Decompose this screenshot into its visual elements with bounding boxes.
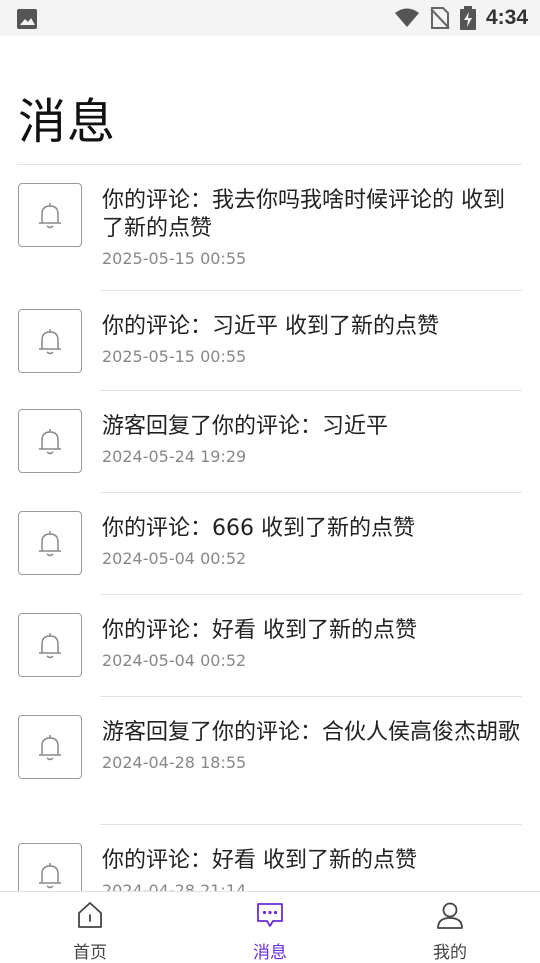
bell-icon-box: [18, 715, 82, 779]
message-icon: [257, 903, 283, 927]
message-item[interactable]: 你的评论：好看 收到了新的点赞 2024-05-04 00:52: [0, 595, 540, 697]
home-icon: [78, 902, 102, 928]
no-sim-icon: [430, 7, 450, 29]
message-item[interactable]: 游客回复了你的评论：合伙人侯高俊杰胡歌 2024-04-28 18:55: [0, 697, 540, 825]
wifi-icon: [394, 8, 419, 27]
message-item[interactable]: 你的评论：习近平 收到了新的点赞 2025-05-15 00:55: [0, 291, 540, 391]
battery-charging-icon: [459, 6, 476, 30]
message-text: 你的评论：666 收到了新的点赞: [102, 516, 415, 541]
bell-icon-box: [18, 183, 82, 247]
message-text: 你的评论：好看 收到了新的点赞: [102, 848, 417, 873]
message-text: 游客回复了你的评论：合伙人侯高俊杰胡歌: [102, 720, 521, 745]
bell-icon-box: [18, 309, 82, 373]
message-text: 游客回复了你的评论：习近平: [102, 414, 389, 439]
bell-icon: [39, 633, 61, 659]
message-time: 2024-05-24 19:29: [102, 447, 247, 466]
bell-icon-box: [18, 409, 82, 473]
message-list[interactable]: 你的评论：我去你吗我啥时候评论的 收到了新的点赞 2025-05-15 00:5…: [0, 165, 540, 891]
message-item[interactable]: 你的评论：666 收到了新的点赞 2024-05-04 00:52: [0, 493, 540, 595]
message-time: 2024-05-04 00:52: [102, 651, 247, 670]
tab-profile-label: 我的: [433, 943, 467, 963]
status-time: 4:34: [485, 6, 528, 29]
message-item[interactable]: 你的评论：我去你吗我啥时候评论的 收到了新的点赞 2025-05-15 00:5…: [0, 165, 540, 291]
status-bar: 4:34: [0, 0, 540, 36]
bell-icon: [39, 203, 61, 229]
message-item[interactable]: 你的评论：好看 收到了新的点赞 2024-04-28 21:14: [0, 825, 540, 891]
bell-icon-box: [18, 511, 82, 575]
message-time: 2024-05-04 00:52: [102, 549, 247, 568]
tab-home-label: 首页: [73, 943, 107, 963]
bottom-tab-bar: 首页 消息 我的: [0, 891, 540, 963]
message-item[interactable]: 游客回复了你的评论：习近平 2024-05-24 19:29: [0, 391, 540, 493]
tab-profile[interactable]: 我的: [360, 892, 540, 963]
image-notification-icon: [17, 9, 37, 29]
bell-icon: [39, 429, 61, 455]
bell-icon-box: [18, 843, 82, 891]
profile-icon: [437, 902, 463, 929]
bell-icon: [39, 531, 61, 557]
bell-icon: [39, 863, 61, 889]
message-text: 你的评论：我去你吗我啥时候评论的 收到了新的点赞: [102, 188, 505, 241]
tab-messages-label: 消息: [253, 943, 287, 963]
status-icons: 4:34: [394, 6, 528, 30]
bell-icon: [39, 329, 61, 355]
message-text: 你的评论：习近平 收到了新的点赞: [102, 314, 439, 339]
message-time: 2025-05-15 00:55: [102, 249, 247, 268]
message-time: 2024-04-28 18:55: [102, 753, 247, 772]
bell-icon-box: [18, 613, 82, 677]
tab-home[interactable]: 首页: [0, 892, 180, 963]
message-time: 2024-04-28 21:14: [102, 881, 247, 891]
message-text: 你的评论：好看 收到了新的点赞: [102, 618, 417, 643]
tab-messages[interactable]: 消息: [180, 892, 360, 963]
page-title: 消息: [18, 94, 117, 150]
message-time: 2025-05-15 00:55: [102, 347, 247, 366]
bell-icon: [39, 735, 61, 761]
